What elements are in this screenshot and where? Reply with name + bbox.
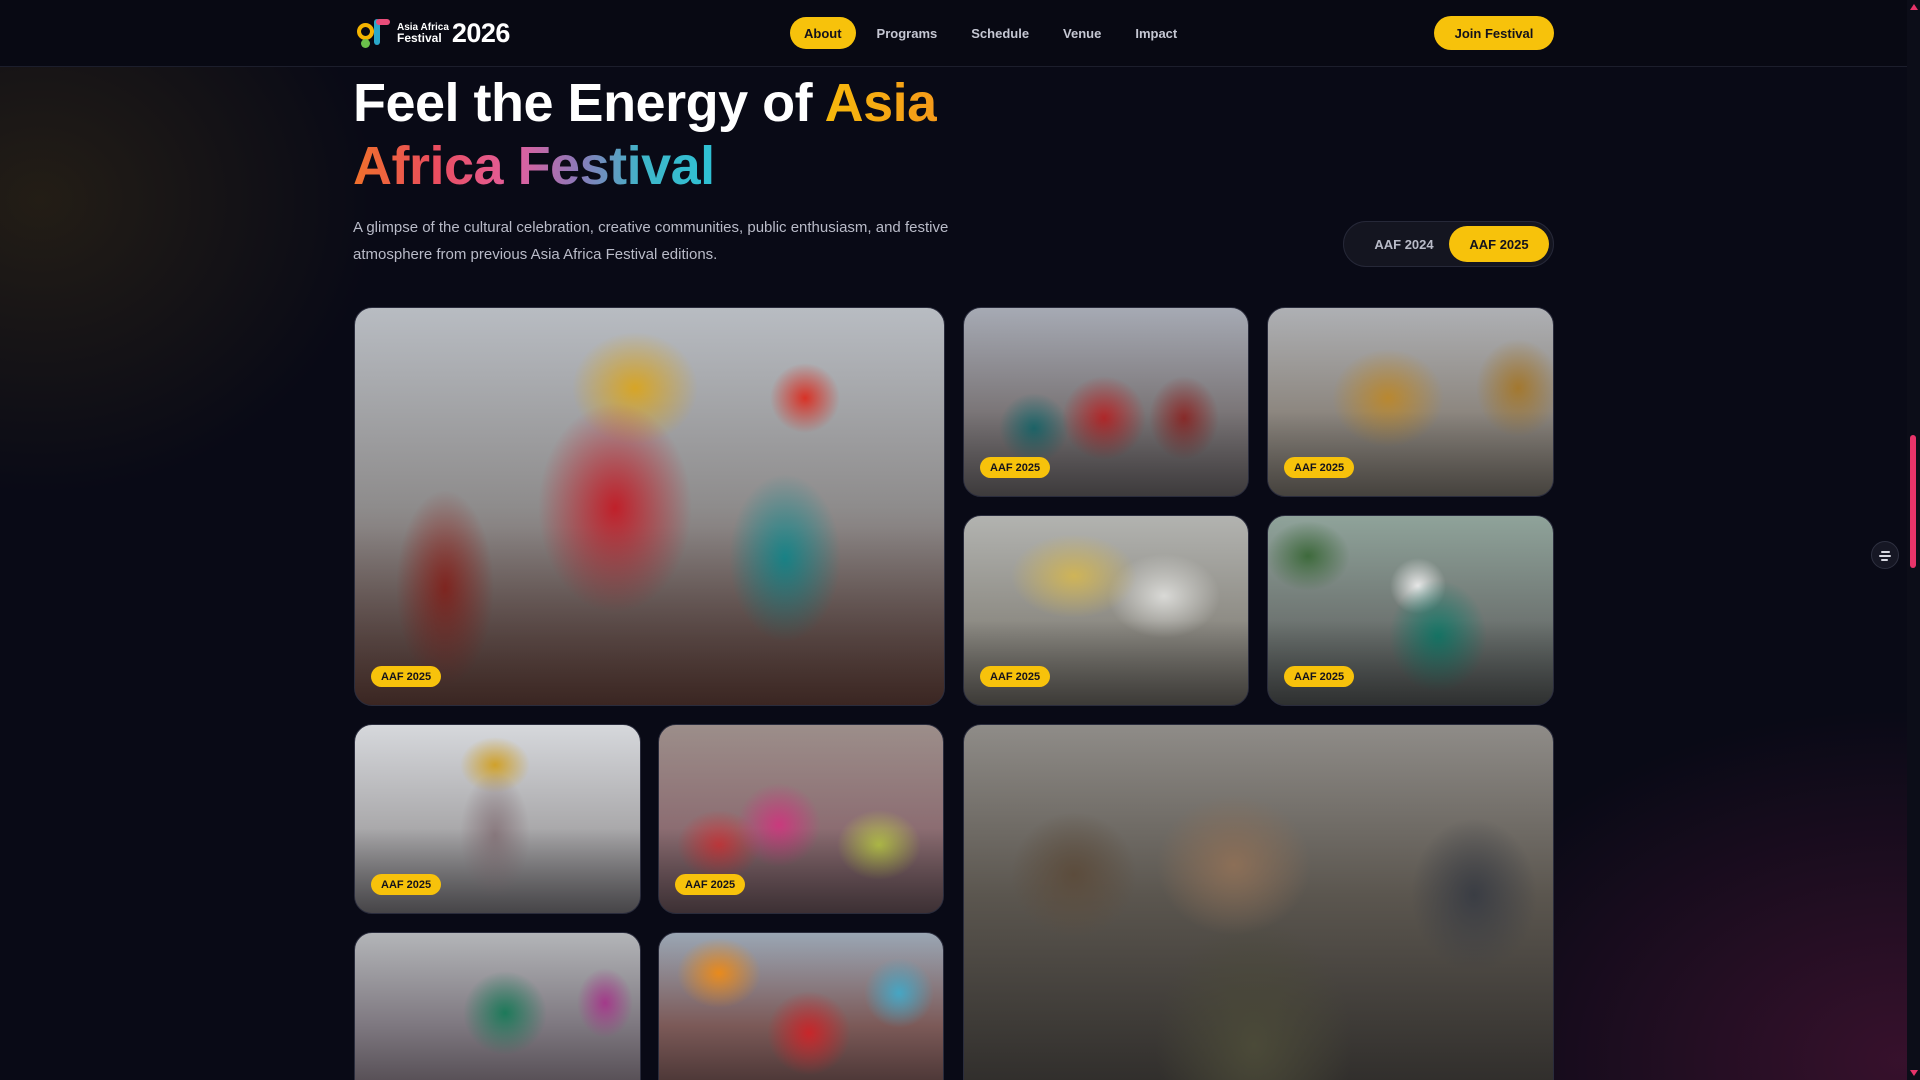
festival-logo[interactable]: Asia Africa Festival 2026 [357,17,510,49]
gallery-photo[interactable]: AAF 2025 [963,515,1249,706]
gallery-photo[interactable] [658,932,944,1080]
gallery-photo[interactable]: AAF 2025 [963,307,1249,497]
gallery-photo-large[interactable] [963,724,1554,1080]
scroll-down-arrow-icon[interactable] [1910,1070,1918,1076]
nav-link-programs[interactable]: Programs [864,17,951,49]
nav-link-schedule[interactable]: Schedule [958,17,1042,49]
nav-link-venue[interactable]: Venue [1050,17,1114,49]
edition-option-2024[interactable]: AAF 2024 [1354,226,1454,262]
gallery-photo[interactable]: AAF 2025 [1267,307,1554,497]
edition-toggle: AAF 2024 AAF 2025 [1343,221,1554,267]
filter-menu-icon[interactable] [1871,541,1899,569]
edition-badge: AAF 2025 [980,666,1051,687]
logo-line-2: Festival [397,31,442,45]
edition-badge: AAF 2025 [371,874,442,895]
join-festival-button[interactable]: Join Festival [1434,16,1554,50]
nav-link-about[interactable]: About [790,17,856,49]
scrollbar-thumb[interactable] [1910,435,1916,568]
edition-badge: AAF 2025 [1284,666,1355,687]
gallery-photo[interactable]: AAF 2025 [658,724,944,914]
logo-wordmark: Asia Africa Festival [397,22,449,44]
gallery-photo[interactable]: AAF 2025 [1267,515,1554,706]
page-title: Feel the Energy of Asia Africa Festival [353,72,1053,198]
edition-option-2025[interactable]: AAF 2025 [1449,226,1549,262]
logo-mark-icon [357,17,393,49]
scroll-up-arrow-icon[interactable] [1910,4,1918,10]
top-navigation: Asia Africa Festival 2026 About Programs… [0,0,1907,67]
edition-badge: AAF 2025 [675,874,746,895]
edition-badge: AAF 2025 [1284,457,1355,478]
title-part-3: Africa Festival [353,136,715,196]
section-description: A glimpse of the cultural celebration, c… [353,219,949,263]
nav-links: About Programs Schedule Venue Impact [790,17,1198,49]
title-part-2: Asia [824,73,938,133]
gallery-photo[interactable]: AAF 2025 [354,724,641,914]
nav-link-impact[interactable]: Impact [1122,17,1190,49]
gallery-photo[interactable] [354,932,641,1080]
logo-year: 2026 [451,17,511,48]
title-part-1: Feel the Energy of [353,73,825,133]
edition-badge: AAF 2025 [371,666,442,687]
gallery-photo[interactable]: AAF 2025 [354,307,945,706]
edition-badge: AAF 2025 [980,457,1051,478]
